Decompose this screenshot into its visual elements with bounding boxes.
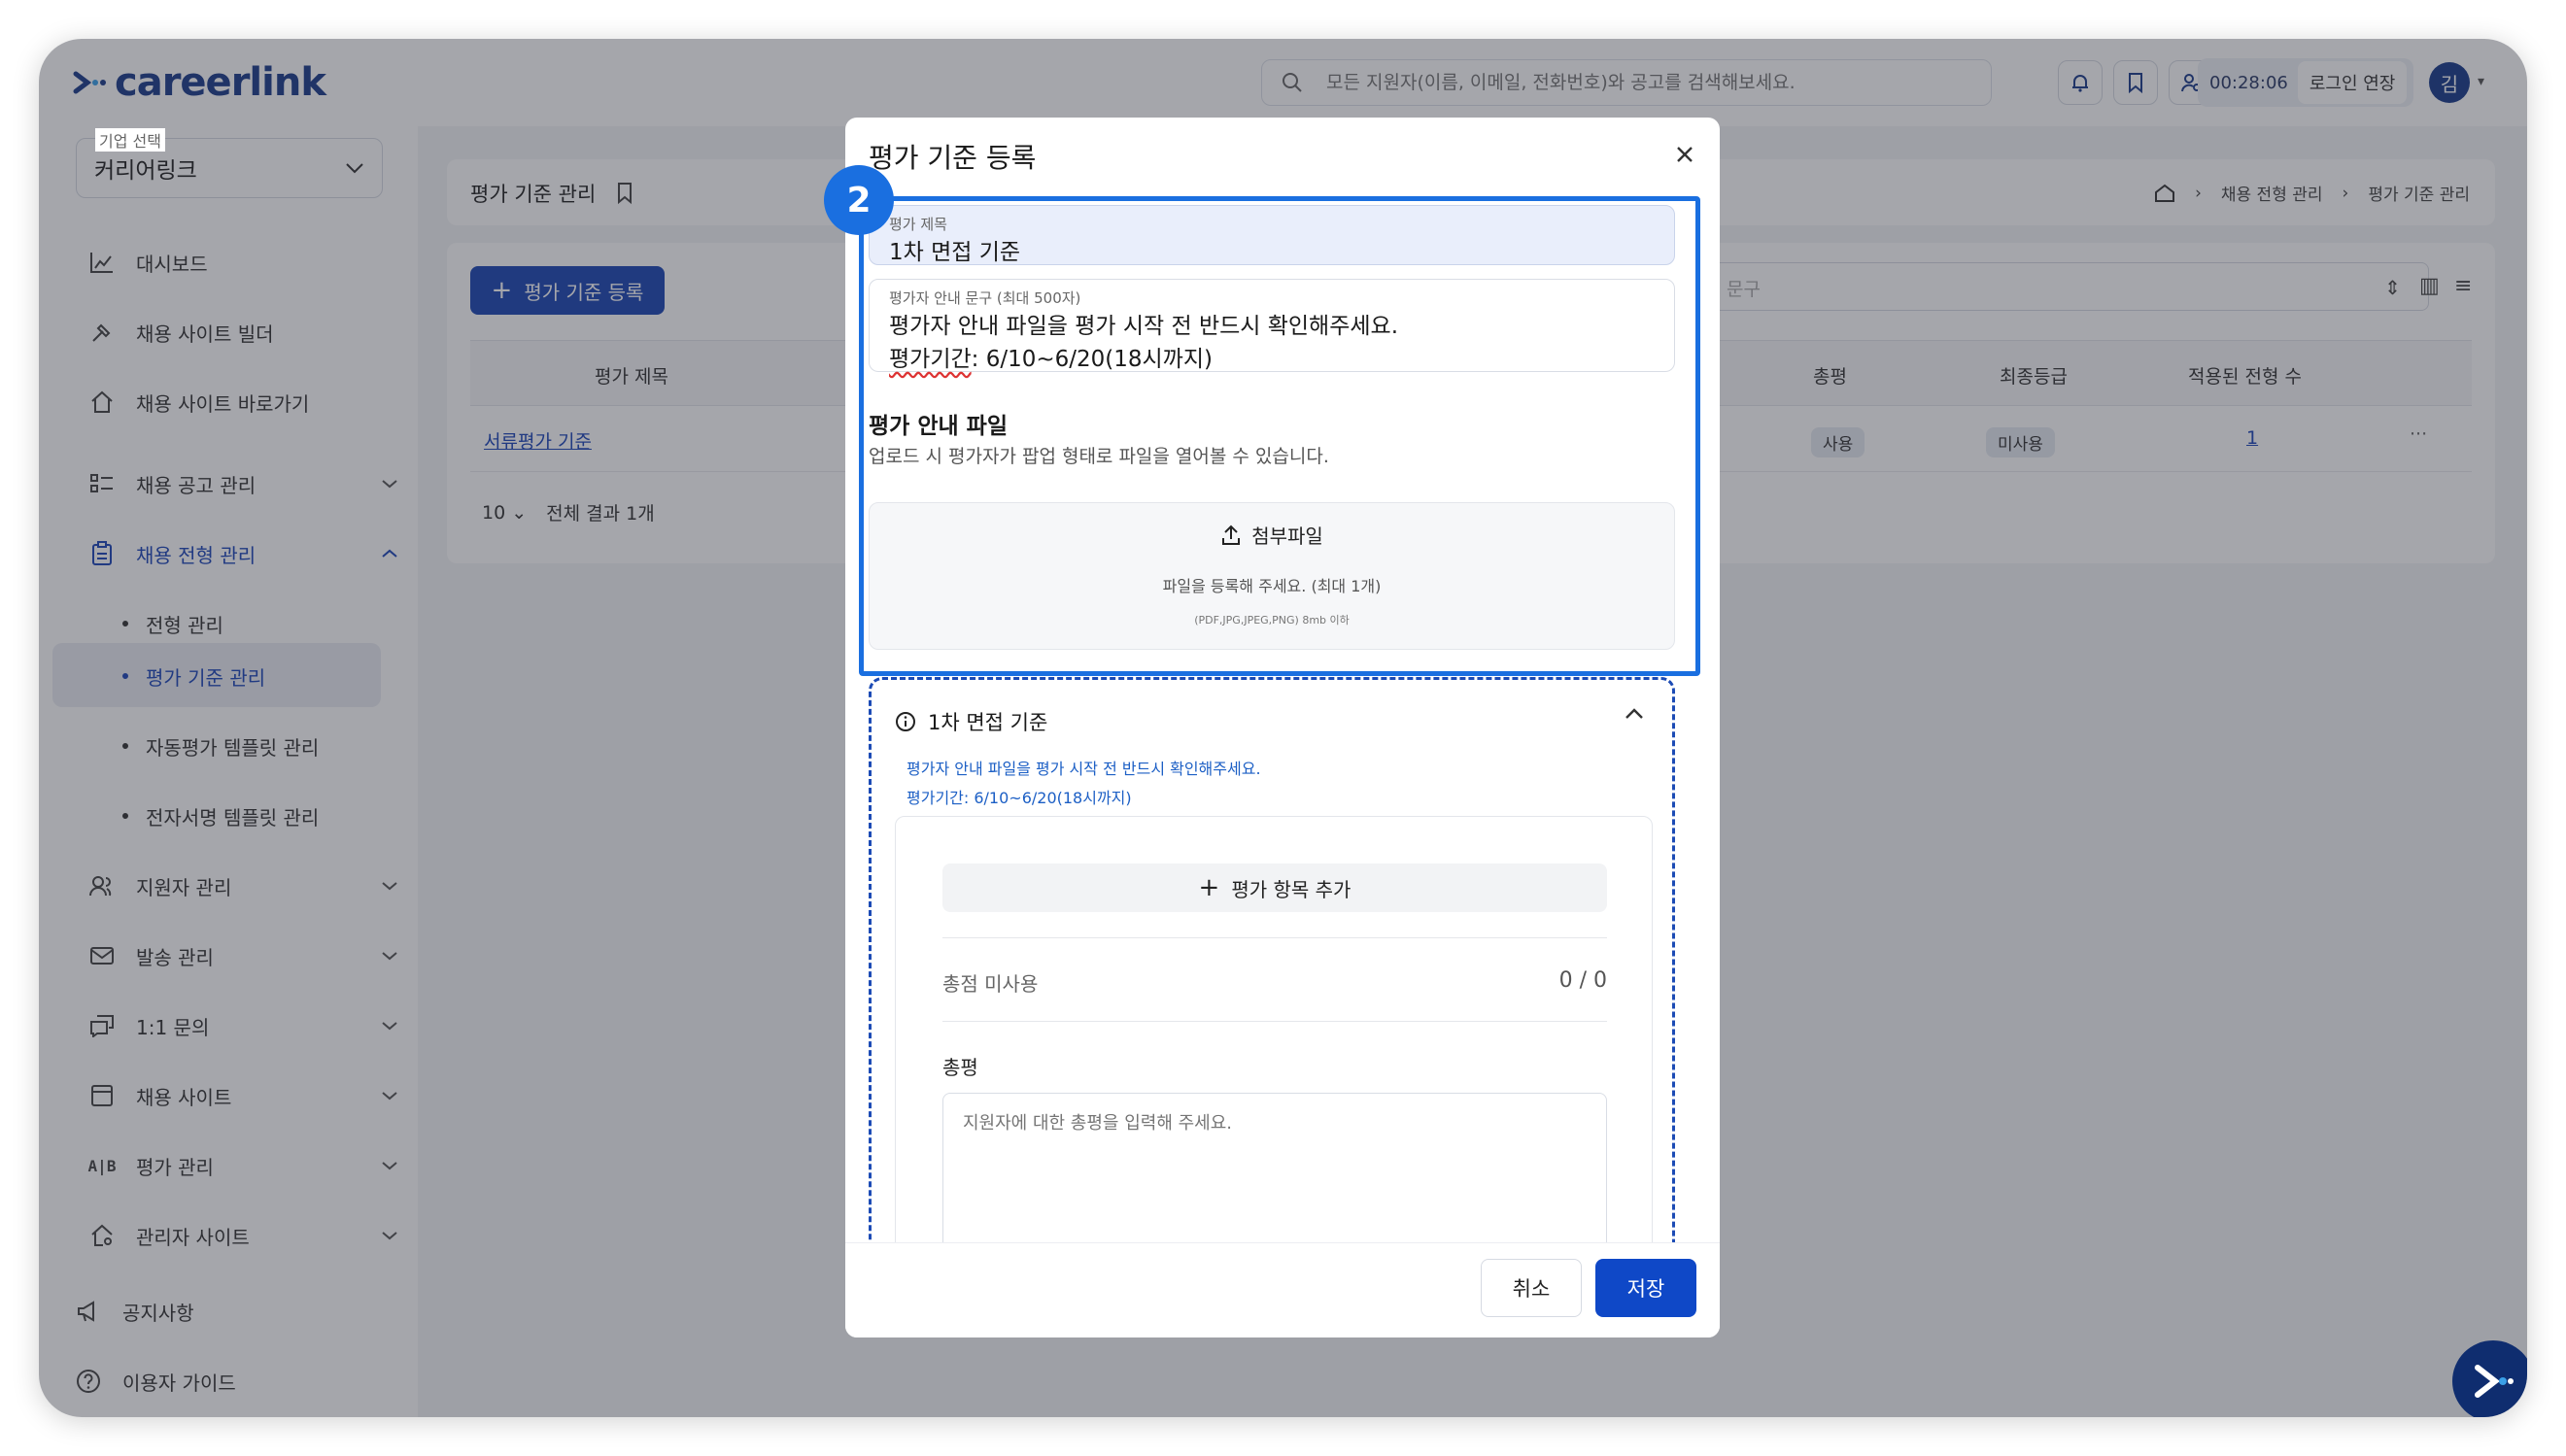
criteria-preview: 1차 면접 기준 평가자 안내 파일을 평가 시작 전 반드시 확인해주세요. … — [869, 677, 1675, 1242]
preview-note: 평가자 안내 파일을 평가 시작 전 반드시 확인해주세요. — [907, 760, 1261, 778]
guide-line-1: 평가자 안내 파일을 평가 시작 전 반드시 확인해주세요. — [889, 314, 1399, 339]
modal-title: 평가 기준 등록 — [869, 142, 1037, 174]
close-icon — [1677, 147, 1693, 162]
total-score-row: 총점 미사용 0 / 0 — [942, 968, 1607, 997]
preview-title: 1차 면접 기준 — [928, 711, 1048, 734]
review-label: 총평 — [942, 1056, 978, 1079]
attach-file-label: 첨부파일 — [1251, 525, 1323, 548]
divider — [942, 937, 1607, 938]
review-textarea[interactable] — [942, 1093, 1607, 1242]
modal-footer: 취소 저장 — [845, 1242, 1720, 1337]
eval-title-field[interactable]: 평가 제목 1차 면접 기준 — [869, 205, 1675, 265]
upload-icon — [1222, 525, 1241, 545]
register-criteria-modal: 평가 기준 등록 평가 제목 1차 면접 기준 평가자 안내 문구 (최대 50… — [845, 118, 1720, 1337]
cancel-button[interactable]: 취소 — [1481, 1259, 1582, 1317]
chevron-up-icon[interactable] — [1624, 707, 1645, 721]
guide-line-2: 평가기간: 6/10~6/20(18시까지) — [889, 340, 1213, 373]
total-label: 총점 미사용 — [942, 972, 1039, 996]
eval-title-value: 1차 면접 기준 — [889, 240, 1021, 265]
field-label: 평가 제목 — [889, 216, 947, 233]
chat-fab-button[interactable] — [2452, 1340, 2527, 1417]
spellcheck-word: 평가기간 — [889, 347, 972, 372]
preview-header[interactable]: 1차 면접 기준 — [895, 707, 1047, 736]
attach-file-button[interactable]: 첨부파일 — [870, 521, 1674, 549]
criteria-items-card: + 평가 항목 추가 총점 미사용 0 / 0 총평 — [895, 816, 1653, 1242]
step-badge: 2 — [824, 165, 894, 235]
add-eval-item-button[interactable]: + 평가 항목 추가 — [942, 863, 1607, 912]
file-section-title: 평가 안내 파일 — [869, 414, 1008, 439]
divider — [942, 1021, 1607, 1022]
upload-formats: (PDF,JPG,JPEG,PNG) 8mb 이하 — [1194, 614, 1350, 626]
guide-text-field[interactable]: 평가자 안내 문구 (최대 500자) 평가자 안내 파일을 평가 시작 전 반… — [869, 279, 1675, 372]
guide-line-2-rest: : 6/10~6/20(18시까지) — [971, 347, 1213, 372]
field-label: 평가자 안내 문구 (최대 500자) — [889, 289, 1081, 307]
save-button[interactable]: 저장 — [1595, 1259, 1696, 1317]
upload-hint: 파일을 등록해 주세요. (최대 1개) — [1162, 577, 1382, 595]
total-score: 0 / 0 — [1558, 968, 1607, 993]
careerlink-chat-icon — [2475, 1365, 2514, 1398]
company-select-label: 기업 선택 — [95, 128, 165, 152]
modal-body[interactable]: 평가 제목 1차 면접 기준 평가자 안내 문구 (최대 500자) 평가자 안… — [845, 191, 1720, 1242]
file-section-desc: 업로드 시 평가자가 팝업 형태로 파일을 열어볼 수 있습니다. — [869, 446, 1329, 467]
info-icon — [896, 712, 915, 731]
add-eval-item-label: 평가 항목 추가 — [1231, 877, 1351, 901]
plus-icon: + — [1198, 873, 1220, 902]
preview-note: 평가기간: 6/10~6/20(18시까지) — [907, 789, 1132, 807]
close-button[interactable] — [1669, 139, 1700, 170]
file-upload-area[interactable]: 첨부파일 파일을 등록해 주세요. (최대 1개) (PDF,JPG,JPEG,… — [869, 502, 1675, 650]
